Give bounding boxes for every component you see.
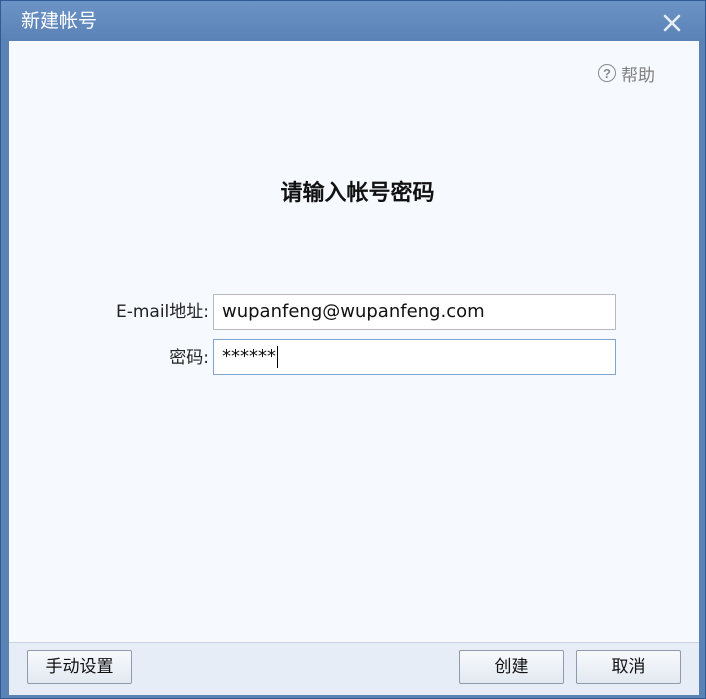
close-icon[interactable]	[659, 10, 685, 36]
dialog-content: ? 帮助 请输入帐号密码 E-mail地址: wupanfeng@wupanfe…	[9, 41, 699, 642]
manual-settings-button[interactable]: 手动设置	[27, 650, 132, 684]
form-heading: 请输入帐号密码	[280, 181, 435, 206]
create-button[interactable]: 创建	[459, 650, 564, 684]
dialog-footer: 手动设置 创建 取消	[9, 642, 699, 695]
email-field[interactable]: wupanfeng@wupanfeng.com	[213, 294, 616, 330]
window-title: 新建帐号	[21, 10, 98, 32]
password-label: 密码:	[169, 348, 209, 368]
help-link[interactable]: ? 帮助	[598, 62, 655, 86]
question-circle-icon: ?	[598, 64, 616, 82]
email-value: wupanfeng@wupanfeng.com	[222, 301, 485, 322]
cancel-button[interactable]: 取消	[576, 650, 681, 684]
password-value: ******	[222, 346, 276, 367]
email-label: E-mail地址:	[115, 302, 209, 322]
text-caret	[277, 346, 278, 368]
title-bar[interactable]: 新建帐号	[1, 1, 705, 41]
new-account-dialog: 新建帐号 ? 帮助 请输入帐号密码 E-mail地址: wupanfeng@wu…	[0, 0, 706, 699]
password-field[interactable]: ******	[213, 339, 616, 375]
help-label: 帮助	[621, 65, 655, 86]
